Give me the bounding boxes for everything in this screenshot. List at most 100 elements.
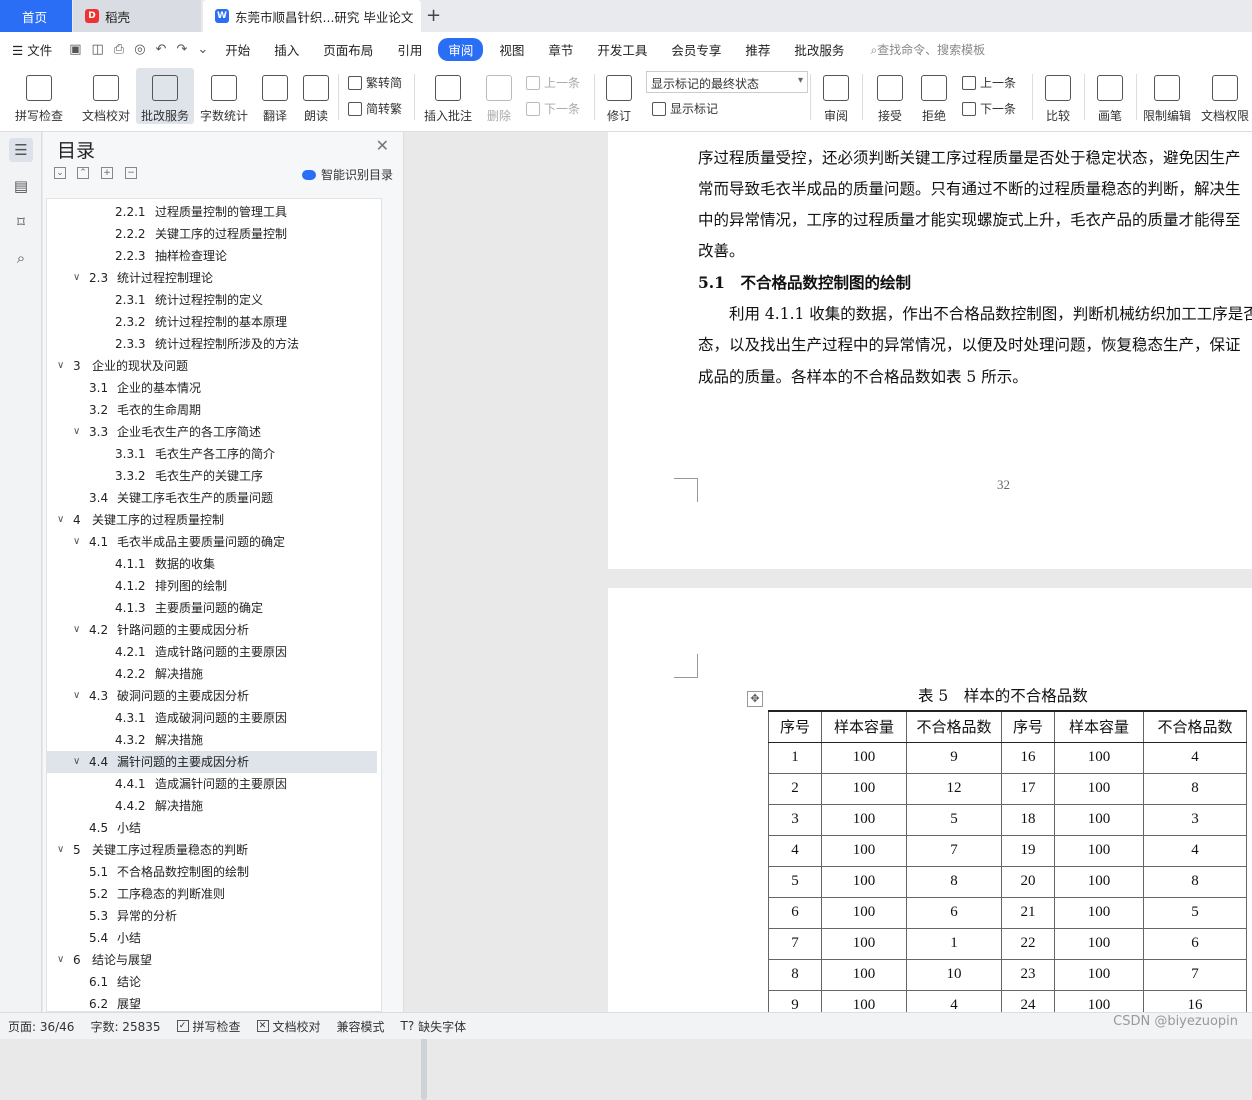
toc-item[interactable]: ∨ 2.3 统计过程控制理论 (47, 267, 377, 289)
expand-all-icon[interactable]: ⌄ (54, 167, 66, 179)
page-indicator[interactable]: 页面: 36/46 (0, 1018, 82, 1035)
samples-table[interactable]: 序号 样本容量 不合格品数 序号 样本容量 不合格品数 1 100 9 16 100 4 2… (768, 710, 1247, 1012)
menu-item-devtools[interactable]: 开发工具 (585, 40, 659, 59)
menu-item-insert[interactable]: 插入 (262, 40, 311, 59)
menu-item-correction[interactable]: 批改服务 (782, 40, 856, 59)
tab-document[interactable]: W 东莞市顺昌针织...研究 毕业论文 (203, 0, 421, 32)
toc-item[interactable]: 4.2.1 造成针路问题的主要原因 (47, 641, 377, 663)
insert-comment-button[interactable]: 插入批注 (422, 68, 474, 124)
collapse-all-icon[interactable]: ⌃ (77, 167, 89, 179)
table-cell[interactable]: 8 (1143, 865, 1247, 898)
table-cell[interactable]: 22 (1001, 927, 1055, 960)
table-cell[interactable]: 21 (1001, 896, 1055, 929)
table-cell[interactable]: 4 (906, 989, 1002, 1012)
menu-item-review[interactable]: 审阅 (438, 37, 484, 61)
toc-item[interactable]: ∨ 5 关键工序过程质量稳态的判断 (47, 839, 377, 861)
toc-item[interactable]: 3.3.1 毛衣生产各工序的简介 (47, 443, 377, 465)
chevron-down-icon[interactable]: ∨ (73, 421, 80, 443)
file-menu[interactable]: ☰ 文件 (0, 40, 64, 59)
toc-item[interactable]: 5.2 工序稳态的判断准则 (47, 883, 377, 905)
outline-icon[interactable]: ▤ (9, 174, 33, 198)
table-cell[interactable]: 100 (821, 834, 907, 867)
table-cell[interactable]: 4 (1143, 834, 1247, 867)
toc-item[interactable]: 3.4 关键工序毛衣生产的质量问题 (47, 487, 377, 509)
word-count-button[interactable]: 字数统计 (197, 68, 251, 124)
table-cell[interactable]: 100 (1054, 958, 1144, 991)
doc-proof-button[interactable]: 文档校对 (78, 68, 134, 124)
toc-item[interactable]: ∨ 3 企业的现状及问题 (47, 355, 377, 377)
accept-button[interactable]: 接受 (870, 68, 910, 124)
correction-service-button[interactable]: 批改服务 (136, 68, 194, 124)
save-icon[interactable]: ▣ (64, 42, 86, 57)
toc-item[interactable]: 2.3.1 统计过程控制的定义 (47, 289, 377, 311)
revise-button[interactable]: 修订 (600, 68, 638, 124)
status-spell-check[interactable]: ✓ 拼写检查 (169, 1018, 249, 1035)
toc-item[interactable]: 4.3.1 造成破洞问题的主要原因 (47, 707, 377, 729)
toc-item[interactable]: ∨ 4 关键工序的过程质量控制 (47, 509, 377, 531)
toc-item[interactable]: 2.2.2 关键工序的过程质量控制 (47, 223, 377, 245)
export-icon[interactable]: ◫ (87, 42, 109, 57)
spell-check-button[interactable]: 拼写检查 (10, 68, 68, 124)
markup-state-select[interactable]: 显示标记的最终状态 (646, 71, 808, 93)
prev-comment-button[interactable]: 上一条 (526, 74, 580, 91)
prev-revision-button[interactable]: 上一条 (962, 74, 1016, 91)
table-cell[interactable]: 20 (1001, 865, 1055, 898)
review-button[interactable]: 审阅 (816, 68, 856, 124)
table-cell[interactable]: 1 (906, 927, 1002, 960)
table-cell[interactable]: 16 (1143, 989, 1247, 1012)
table-cell[interactable]: 19 (1001, 834, 1055, 867)
chevron-down-icon[interactable]: ∨ (73, 267, 80, 289)
toc-item[interactable]: 4.2.2 解决措施 (47, 663, 377, 685)
toc-item[interactable]: 3.2 毛衣的生命周期 (47, 399, 377, 421)
table-cell[interactable]: 10 (906, 958, 1002, 991)
read-aloud-button[interactable]: 朗读 (298, 68, 334, 124)
chevron-down-icon[interactable]: ∨ (57, 949, 64, 971)
toc-item[interactable]: ∨ 4.4 漏针问题的主要成因分析 (47, 751, 377, 773)
menu-item-member[interactable]: 会员专享 (659, 40, 733, 59)
table-cell[interactable]: 9 (906, 741, 1002, 774)
word-count-indicator[interactable]: 字数: 25835 (82, 1018, 168, 1035)
menu-item-view[interactable]: 视图 (487, 40, 536, 59)
table-cell[interactable]: 4 (768, 834, 822, 867)
table-cell[interactable]: 4 (1143, 741, 1247, 774)
table-cell[interactable]: 100 (1054, 865, 1144, 898)
toc-item[interactable]: ∨ 3.3 企业毛衣生产的各工序简述 (47, 421, 377, 443)
table-cell[interactable]: 5 (768, 865, 822, 898)
next-revision-button[interactable]: 下一条 (962, 100, 1016, 117)
chevron-down-icon[interactable]: ∨ (73, 619, 80, 641)
table-cell[interactable]: 100 (1054, 772, 1144, 805)
toc-item[interactable]: 3.3.2 毛衣生产的关键工序 (47, 465, 377, 487)
menu-item-section[interactable]: 章节 (536, 40, 585, 59)
table-cell[interactable]: 6 (906, 896, 1002, 929)
preview-icon[interactable]: ◎ (129, 42, 150, 57)
table-cell[interactable]: 8 (1143, 772, 1247, 805)
chevron-down-icon[interactable]: ∨ (73, 751, 80, 773)
close-icon[interactable]: ✕ (376, 136, 389, 155)
chevron-down-icon[interactable]: ∨ (57, 355, 64, 377)
table-cell[interactable]: 100 (1054, 741, 1144, 774)
show-marks-button[interactable]: 显示标记 (652, 100, 718, 117)
toc-item[interactable]: 2.3.2 统计过程控制的基本原理 (47, 311, 377, 333)
table-cell[interactable]: 100 (821, 803, 907, 836)
menu-item-reference[interactable]: 引用 (385, 40, 434, 59)
table-cell[interactable]: 17 (1001, 772, 1055, 805)
chevron-down-icon[interactable]: ∨ (57, 509, 64, 531)
delete-comment-button[interactable]: 删除 (480, 68, 518, 124)
chevron-down-icon[interactable]: ∨ (73, 531, 80, 553)
toc-item[interactable]: 2.2.1 过程质量控制的管理工具 (47, 201, 377, 223)
table-cell[interactable]: 3 (768, 803, 822, 836)
menu-item-start[interactable]: 开始 (213, 40, 262, 59)
more-chevron-icon[interactable]: ⌄ (192, 42, 213, 57)
toc-item[interactable]: 2.2.3 抽样检查理论 (47, 245, 377, 267)
table-cell[interactable]: 24 (1001, 989, 1055, 1012)
table-cell[interactable]: 18 (1001, 803, 1055, 836)
pen-button[interactable]: 画笔 (1090, 68, 1130, 124)
smart-toc-button[interactable]: 智能识别目录 (302, 166, 393, 183)
toc-item[interactable]: 4.3.2 解决措施 (47, 729, 377, 751)
restrict-edit-button[interactable]: 限制编辑 (1140, 68, 1194, 124)
reject-button[interactable]: 拒绝 (914, 68, 954, 124)
redo-icon[interactable]: ↷ (171, 42, 192, 57)
table-cell[interactable]: 100 (821, 958, 907, 991)
toc-item[interactable]: 3.1 企业的基本情况 (47, 377, 377, 399)
toc-item[interactable]: ∨ 4.2 针路问题的主要成因分析 (47, 619, 377, 641)
